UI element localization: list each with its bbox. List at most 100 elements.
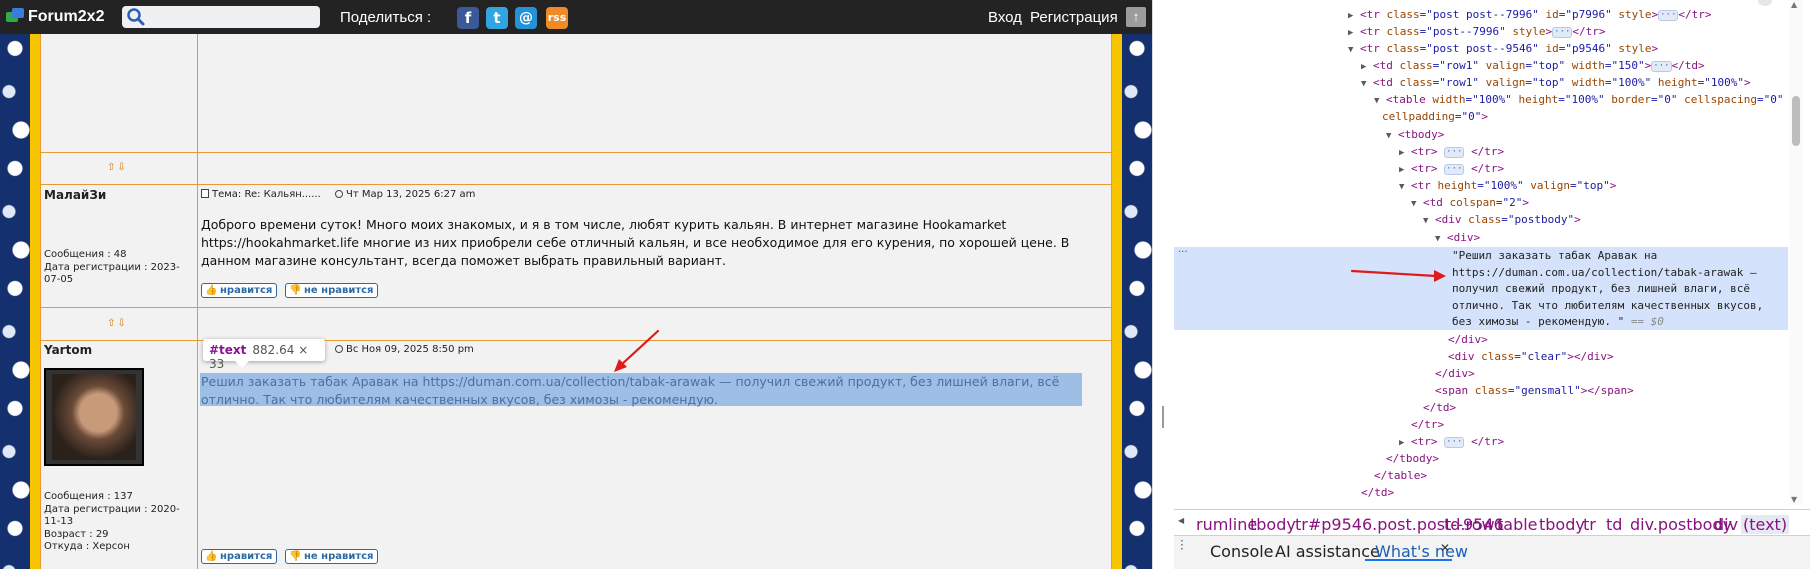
background-pattern-left [0,34,30,569]
dom-node[interactable]: ▼ <tr height="100%" valign="top"> [1399,177,1616,194]
dom-node[interactable]: </div> [1435,365,1475,382]
clock-icon [335,345,343,353]
profile-stat: Дата регистрации : 2020-11-13 [44,503,180,528]
like-button[interactable]: 👍 нравится [201,549,278,564]
dom-node[interactable]: ▼ <td colspan="2"> [1411,194,1529,211]
like-button[interactable]: 👍 нравится [201,283,278,298]
forum-logo-icon[interactable] [6,8,24,24]
tooltip-tail [235,361,249,368]
active-tab-indicator [1365,559,1452,561]
dom-node[interactable]: </div> [1448,331,1488,348]
login-link[interactable]: Вход [988,9,1022,26]
profile-stat: Дата регистрации : 2023-07-05 [44,261,180,286]
row-divider [40,340,1112,341]
thumbs-down-icon: 👎 [289,551,302,562]
post-subject: Тема: Re: Кальян...... [201,189,321,200]
dom-node[interactable]: ▶ <tr> ··· </tr> [1399,143,1504,160]
dom-node[interactable]: ▼ <table width="100%" height="100%" bord… [1374,91,1784,108]
scroll-up-icon[interactable]: ▲ [1791,0,1797,9]
selected-text-node[interactable]: "Решил заказать табак Аравак на https://… [1452,248,1782,331]
dom-node[interactable]: ▶ <tr> ··· </tr> [1399,160,1504,177]
dom-node[interactable]: </tr> [1411,416,1444,433]
email-icon[interactable]: @ [515,7,537,29]
dom-node[interactable]: </table> [1374,467,1427,484]
dom-node[interactable]: ▼ <div> [1435,229,1480,246]
dom-node[interactable]: ▼ <tr class="post post--9546" id="p9546"… [1348,40,1658,57]
share-label: Поделиться : [340,9,432,26]
dom-node[interactable]: ▶ <tr class="post--7996" style> ··· </tr> [1348,23,1606,40]
breadcrumb-item[interactable]: table [1497,515,1538,534]
breadcrumb-item[interactable]: tbody [1250,515,1296,534]
profile-stat: Откуда : Херсон [44,541,130,552]
devtools-elements-panel: ▶ <tr class="post post--7996" id="p7996"… [1174,0,1810,569]
thumbs-up-icon: 👍 [205,551,218,562]
post-body: Доброго времени суток! Много моих знаком… [201,217,1070,268]
dom-node[interactable]: ▶ <td class="row1" valign="top" width="1… [1361,57,1705,74]
close-tab-icon[interactable]: ✕ [1440,541,1450,555]
dom-node[interactable]: </tbody> [1386,450,1439,467]
document-icon [201,189,209,198]
profile-stat: Сообщения : 48 [44,249,127,260]
avatar[interactable] [44,368,144,466]
dom-node[interactable]: ▼ <div class="postbody"> [1423,211,1581,228]
twitter-icon[interactable]: t [486,7,508,29]
dom-node[interactable]: </td> [1361,484,1394,501]
post-author[interactable]: Yartom [44,343,92,357]
forum-board [40,34,1112,569]
column-divider [197,34,198,569]
breadcrumb-item-selected[interactable]: (text) [1741,515,1790,534]
row-divider [40,307,1112,308]
dom-node: cellpadding="0"> [1382,110,1488,123]
breadcrumb-item[interactable]: tr [1583,515,1596,534]
thumbs-up-icon: 👍 [205,285,218,296]
dom-node[interactable]: ▼ <tbody> [1386,126,1444,143]
breadcrumb-scroll-left-icon[interactable]: ◀ [1178,516,1184,525]
dom-node[interactable]: ▶ <tr> ··· </tr> [1399,433,1504,450]
background-pattern-right [1122,34,1152,569]
splitter-grip-icon[interactable] [1162,406,1164,428]
tooltip-node-name: #text [209,343,247,357]
drawer-menu-icon[interactable]: · · · [1180,535,1184,555]
dislike-button[interactable]: 👎 не нравится [285,283,379,298]
author-profile: Сообщения : 137 Дата регистрации : 2020-… [44,491,189,554]
profile-stat: Возраст : 29 [44,528,109,540]
scroll-down-icon[interactable]: ▼ [1791,495,1797,504]
rss-icon[interactable]: rss [546,7,568,29]
forum-brand[interactable]: Forum2x2 [28,8,104,26]
row-divider [40,184,1112,185]
post-date: Чт Мар 13, 2025 6:27 am [335,189,475,200]
breadcrumb-item[interactable]: td [1606,515,1622,534]
post-body: Решил заказать табак Аравак на https://d… [201,374,1060,407]
up-down-arrows-icon[interactable]: ⇧⇩ [107,162,128,173]
post-author[interactable]: МалайЗи [44,188,106,202]
breadcrumb-item[interactable]: rumline [1196,515,1257,534]
search-icon[interactable] [126,7,146,27]
dom-node[interactable]: ▼ <td class="row1" valign="top" width="1… [1361,74,1751,91]
forum-topbar: Forum2x2 Поделиться : f t @ rss Вход Рег… [0,0,1152,34]
breadcrumb-item[interactable]: tbody [1539,515,1585,534]
devtools-scroll-thumb[interactable] [1792,96,1800,146]
scroll-top-button[interactable]: ↑ [1126,7,1146,27]
dom-node[interactable]: <span class="gensmall"></span> [1435,382,1634,399]
row-divider [40,152,1112,153]
breadcrumb-item[interactable]: td.row1 [1444,515,1505,534]
devtools-scrollbar[interactable] [1790,0,1802,505]
breadcrumb-item[interactable]: div [1714,515,1738,534]
thumbs-down-icon: 👎 [289,285,302,296]
up-down-arrows-icon[interactable]: ⇧⇩ [107,318,128,329]
dom-node[interactable]: ▶ <tr class="post post--7996" id="p7996"… [1348,6,1712,23]
register-link[interactable]: Регистрация [1030,9,1118,26]
dom-node[interactable]: <div class="clear"></div> [1448,348,1614,365]
dislike-button[interactable]: 👎 не нравится [285,549,379,564]
dom-node[interactable]: </td> [1423,399,1456,416]
search-input[interactable] [122,6,320,28]
tab-console[interactable]: Console [1210,542,1274,561]
inspect-tooltip: #text 882.64 × 33 [203,339,325,371]
clock-icon [335,190,343,198]
forum-page: ⇧⇩ ⇧⇩ МалайЗи Сообщения : 48 Дата регист… [0,0,1152,569]
facebook-icon[interactable]: f [457,7,479,29]
author-profile: Сообщения : 48 Дата регистрации : 2023-0… [44,249,189,287]
more-options-icon[interactable]: ··· [1178,247,1188,258]
post-date: Вс Ноя 09, 2025 8:50 pm [335,344,474,355]
panel-splitter[interactable] [1152,0,1174,569]
